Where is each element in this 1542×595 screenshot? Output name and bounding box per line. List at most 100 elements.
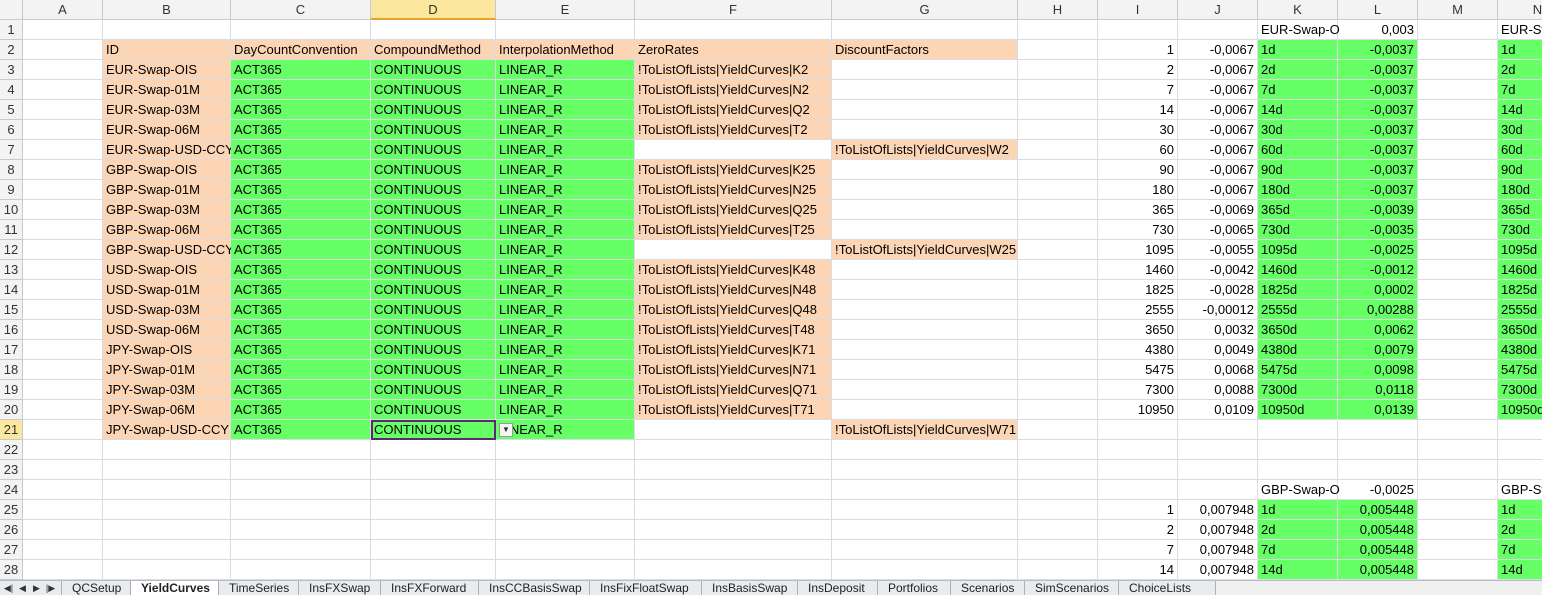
cell-h10[interactable]: [1018, 200, 1098, 220]
cell-b13[interactable]: USD-Swap-OIS: [103, 260, 231, 280]
column-header-b[interactable]: B: [103, 0, 231, 20]
cell-k21[interactable]: [1258, 420, 1338, 440]
row-header-26[interactable]: 26: [0, 520, 23, 540]
column-header-c[interactable]: C: [231, 0, 371, 20]
cell-l23[interactable]: [1338, 460, 1418, 480]
cell-n28[interactable]: 14d: [1498, 560, 1542, 580]
cell-i22[interactable]: [1098, 440, 1178, 460]
row-header-9[interactable]: 9: [0, 180, 23, 200]
cell-j28[interactable]: 0,007948: [1178, 560, 1258, 580]
cell-g28[interactable]: [832, 560, 1018, 580]
cell-e18[interactable]: LINEAR_R: [496, 360, 635, 380]
cell-l4[interactable]: -0,0037: [1338, 80, 1418, 100]
row-header-20[interactable]: 20: [0, 400, 23, 420]
cell-b16[interactable]: USD-Swap-06M: [103, 320, 231, 340]
cell-k20[interactable]: 10950d: [1258, 400, 1338, 420]
cell-d12[interactable]: CONTINUOUS: [371, 240, 496, 260]
sheet-tab-insbasisswap[interactable]: InsBasisSwap: [701, 581, 797, 595]
column-header-j[interactable]: J: [1178, 0, 1258, 20]
cell-l20[interactable]: 0,0139: [1338, 400, 1418, 420]
row-header-15[interactable]: 15: [0, 300, 23, 320]
cell-j14[interactable]: -0,0028: [1178, 280, 1258, 300]
cell-g23[interactable]: [832, 460, 1018, 480]
cell-m1[interactable]: [1418, 20, 1498, 40]
cell-a1[interactable]: [23, 20, 103, 40]
cell-d23[interactable]: [371, 460, 496, 480]
cell-f2[interactable]: ZeroRates: [635, 40, 832, 60]
cell-k22[interactable]: [1258, 440, 1338, 460]
cell-l5[interactable]: -0,0037: [1338, 100, 1418, 120]
cell-h7[interactable]: [1018, 140, 1098, 160]
cell-a12[interactable]: [23, 240, 103, 260]
cell-i15[interactable]: 2555: [1098, 300, 1178, 320]
cell-g22[interactable]: [832, 440, 1018, 460]
cell-b18[interactable]: JPY-Swap-01M: [103, 360, 231, 380]
cell-n26[interactable]: 2d: [1498, 520, 1542, 540]
cell-e13[interactable]: LINEAR_R: [496, 260, 635, 280]
cell-k26[interactable]: 2d: [1258, 520, 1338, 540]
cell-i24[interactable]: [1098, 480, 1178, 500]
cell-n15[interactable]: 2555d: [1498, 300, 1542, 320]
cell-k23[interactable]: [1258, 460, 1338, 480]
cell-a4[interactable]: [23, 80, 103, 100]
cell-c7[interactable]: ACT365: [231, 140, 371, 160]
cell-h26[interactable]: [1018, 520, 1098, 540]
cell-d21[interactable]: CONTINUOUS: [371, 420, 496, 440]
cell-m8[interactable]: [1418, 160, 1498, 180]
cell-i4[interactable]: 7: [1098, 80, 1178, 100]
cell-n22[interactable]: [1498, 440, 1542, 460]
row-header-19[interactable]: 19: [0, 380, 23, 400]
cell-d25[interactable]: [371, 500, 496, 520]
cell-b20[interactable]: JPY-Swap-06M: [103, 400, 231, 420]
cell-b2[interactable]: ID: [103, 40, 231, 60]
cell-h28[interactable]: [1018, 560, 1098, 580]
cell-c20[interactable]: ACT365: [231, 400, 371, 420]
cell-b10[interactable]: GBP-Swap-03M: [103, 200, 231, 220]
cell-d11[interactable]: CONTINUOUS: [371, 220, 496, 240]
cell-n7[interactable]: 60d: [1498, 140, 1542, 160]
cell-c8[interactable]: ACT365: [231, 160, 371, 180]
cell-m22[interactable]: [1418, 440, 1498, 460]
cell-i18[interactable]: 5475: [1098, 360, 1178, 380]
cell-j25[interactable]: 0,007948: [1178, 500, 1258, 520]
cell-e5[interactable]: LINEAR_R: [496, 100, 635, 120]
cell-j27[interactable]: 0,007948: [1178, 540, 1258, 560]
cell-h6[interactable]: [1018, 120, 1098, 140]
column-header-e[interactable]: E: [496, 0, 635, 20]
cell-a7[interactable]: [23, 140, 103, 160]
cell-c6[interactable]: ACT365: [231, 120, 371, 140]
row-header-28[interactable]: 28: [0, 560, 23, 580]
cell-g17[interactable]: [832, 340, 1018, 360]
column-header-h[interactable]: H: [1018, 0, 1098, 20]
cell-f17[interactable]: !ToListOfLists|YieldCurves|K71: [635, 340, 832, 360]
cell-h23[interactable]: [1018, 460, 1098, 480]
cell-e4[interactable]: LINEAR_R: [496, 80, 635, 100]
cell-n21[interactable]: [1498, 420, 1542, 440]
cell-i27[interactable]: 7: [1098, 540, 1178, 560]
row-header-17[interactable]: 17: [0, 340, 23, 360]
cell-g9[interactable]: [832, 180, 1018, 200]
cell-k14[interactable]: 1825d: [1258, 280, 1338, 300]
cell-m15[interactable]: [1418, 300, 1498, 320]
cell-n19[interactable]: 7300d: [1498, 380, 1542, 400]
cell-d24[interactable]: [371, 480, 496, 500]
sheet-tab-qcsetup[interactable]: QCSetup: [61, 581, 130, 595]
cell-e3[interactable]: LINEAR_R: [496, 60, 635, 80]
cell-e15[interactable]: LINEAR_R: [496, 300, 635, 320]
cell-d8[interactable]: CONTINUOUS: [371, 160, 496, 180]
cell-f26[interactable]: [635, 520, 832, 540]
cell-e11[interactable]: LINEAR_R: [496, 220, 635, 240]
cell-m26[interactable]: [1418, 520, 1498, 540]
cell-h1[interactable]: [1018, 20, 1098, 40]
cell-h25[interactable]: [1018, 500, 1098, 520]
cell-i21[interactable]: [1098, 420, 1178, 440]
cell-k18[interactable]: 5475d: [1258, 360, 1338, 380]
cell-f15[interactable]: !ToListOfLists|YieldCurves|Q48: [635, 300, 832, 320]
cell-i12[interactable]: 1095: [1098, 240, 1178, 260]
cell-m2[interactable]: [1418, 40, 1498, 60]
cell-j3[interactable]: -0,0067: [1178, 60, 1258, 80]
cell-a28[interactable]: [23, 560, 103, 580]
cell-f24[interactable]: [635, 480, 832, 500]
cell-m24[interactable]: [1418, 480, 1498, 500]
first-sheet-icon[interactable]: ◀|: [3, 581, 14, 595]
